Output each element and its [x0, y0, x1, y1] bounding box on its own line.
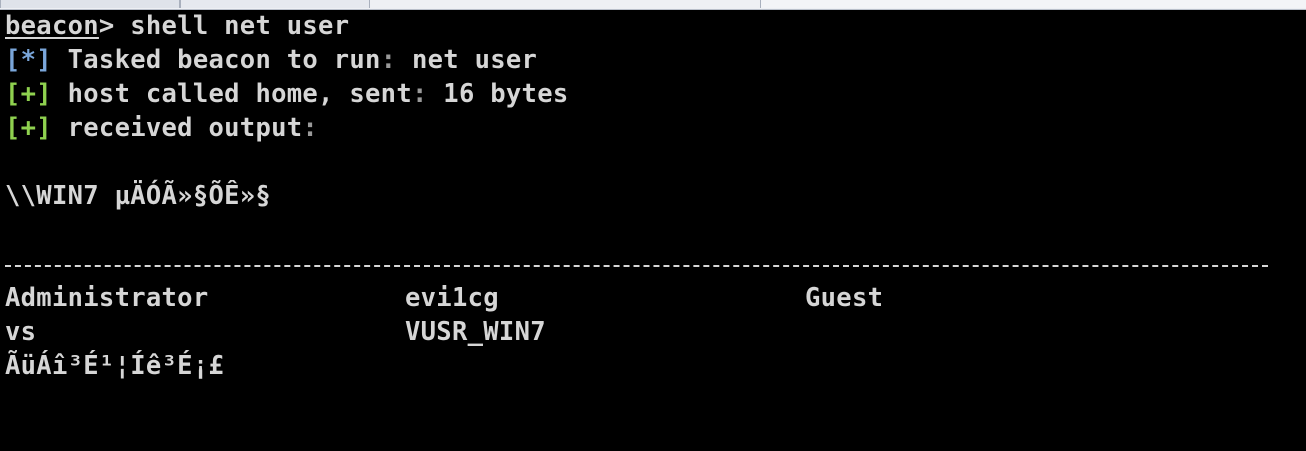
account-name: evi1cg — [405, 283, 499, 313]
prompt-name[interactable]: beacon — [5, 11, 99, 41]
info-marker: [*] — [5, 45, 52, 75]
message-label: host called home, sent — [51, 79, 412, 109]
message-label: received output — [51, 113, 303, 143]
message-label: Tasked beacon to run — [51, 45, 381, 75]
message-separator: : — [411, 79, 428, 109]
tab-3[interactable] — [760, 0, 1306, 8]
command-line: beacon> shell net user — [5, 9, 349, 43]
message-value: net user — [396, 45, 538, 75]
output-message: [+] received output: — [5, 111, 318, 145]
command-text: shell net user — [130, 11, 350, 41]
account-name: vs — [5, 317, 37, 347]
message-value: 16 bytes — [427, 79, 569, 109]
message-separator: : — [302, 113, 319, 143]
checkin-message: [+] host called home, sent: 16 bytes — [5, 77, 569, 111]
tab-2[interactable] — [180, 0, 370, 8]
account-row: Administrator evi1cg Guest — [5, 281, 883, 315]
account-name: VUSR_WIN7 — [405, 317, 546, 347]
message-separator: : — [380, 45, 397, 75]
output-header: \\WIN7 µÄÓÃ»§ÕÊ»§ — [5, 181, 272, 211]
beacon-console[interactable]: beacon> shell net user [*] Tasked beacon… — [5, 9, 1306, 448]
account-row: vs VUSR_WIN7 — [5, 315, 546, 349]
account-name: Guest — [805, 283, 884, 313]
success-marker: [+] — [5, 113, 52, 143]
account-name: Administrator — [5, 283, 209, 313]
prompt-symbol: > — [98, 11, 131, 41]
task-message: [*] Tasked beacon to run: net user — [5, 43, 537, 77]
tab-1[interactable] — [0, 0, 180, 8]
success-marker: [+] — [5, 79, 52, 109]
output-footer: ÃüÁî³É¹¦Íê³É¡£ — [5, 351, 225, 381]
output-separator — [5, 265, 1268, 267]
